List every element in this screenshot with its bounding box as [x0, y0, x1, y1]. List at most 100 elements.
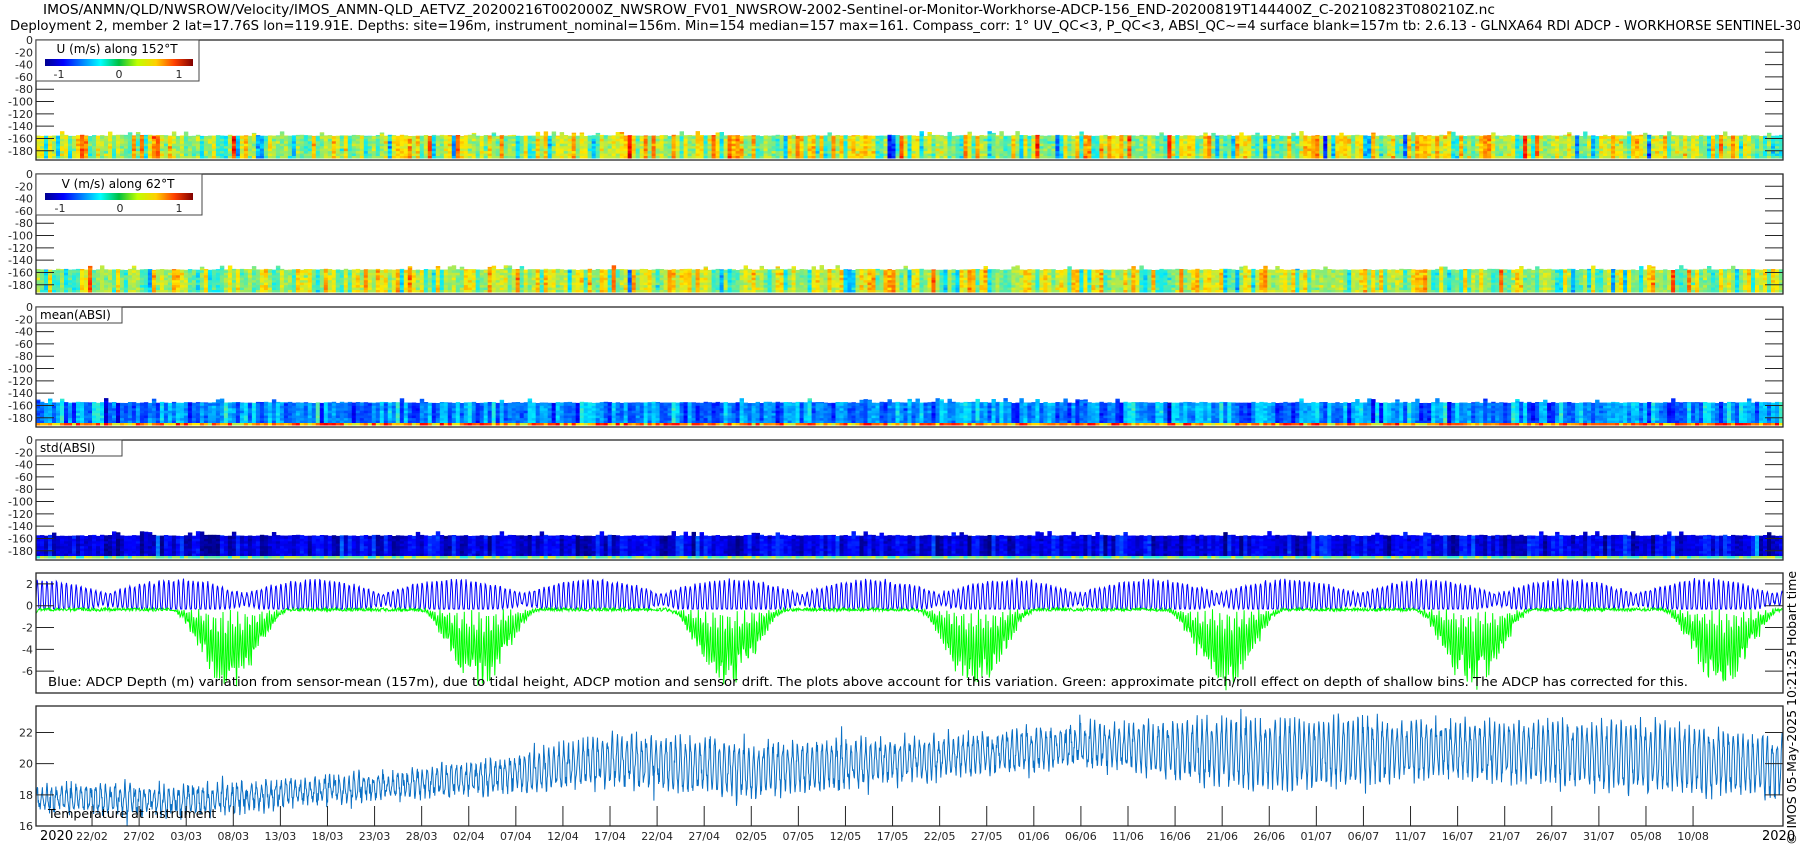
- heatmap-cell: [1715, 148, 1720, 152]
- heatmap-cell: [1435, 140, 1440, 144]
- heatmap-cell: [1435, 143, 1440, 147]
- heatmap-cell: [219, 148, 225, 152]
- heatmap-cell: [991, 155, 996, 159]
- heatmap-cell: [1063, 148, 1068, 152]
- heatmap-cell: [751, 148, 756, 152]
- heatmap-cell: [1515, 143, 1520, 147]
- heatmap-cell: [999, 145, 1004, 149]
- heatmap-cell: [667, 143, 672, 147]
- heatmap-cell: [135, 269, 141, 271]
- heatmap-cell: [116, 289, 121, 293]
- heatmap-cell: [727, 150, 732, 154]
- heatmap-cell: [1475, 136, 1480, 139]
- heatmap-cell: [167, 282, 173, 286]
- heatmap-cell: [100, 148, 105, 152]
- heatmap-cell: [1559, 153, 1564, 156]
- heatmap-cell: [975, 155, 980, 159]
- heatmap-cell: [203, 145, 209, 149]
- heatmap-cell: [395, 136, 401, 139]
- heatmap-cell: [675, 150, 680, 154]
- heatmap-cell: [763, 136, 768, 139]
- heatmap-cell: [579, 153, 585, 156]
- heatmap-cell: [76, 136, 81, 139]
- heatmap-cell: [1087, 145, 1092, 149]
- heatmap-cell: [1151, 138, 1156, 142]
- heatmap-cell: [211, 148, 217, 152]
- heatmap-cell: [72, 140, 77, 144]
- heatmap-cell: [1491, 145, 1496, 149]
- heatmap-cell: [1263, 135, 1268, 137]
- heatmap-cell: [155, 289, 161, 293]
- heatmap-cell: [1511, 138, 1516, 142]
- heatmap-cell: [699, 136, 704, 139]
- heatmap-cell: [415, 153, 421, 156]
- heatmap-cell: [223, 272, 229, 276]
- heatmap-cell: [227, 274, 233, 278]
- heatmap-cell: [571, 153, 577, 156]
- heatmap-cell: [1431, 153, 1436, 156]
- heatmap-cell: [959, 138, 964, 142]
- heatmap-cell: [187, 145, 193, 149]
- heatmap-cell: [1691, 136, 1696, 139]
- heatmap-cell: [1083, 145, 1088, 149]
- heatmap-cell: [931, 143, 936, 147]
- heatmap-cell: [1643, 140, 1648, 144]
- heatmap-cell: [451, 153, 457, 156]
- heatmap-cell: [1639, 136, 1644, 139]
- heatmap-cell: [811, 136, 816, 139]
- heatmap-cell: [40, 274, 45, 278]
- heatmap-cell: [843, 143, 848, 147]
- heatmap-cell: [1139, 140, 1144, 144]
- heatmap-cell: [679, 131, 684, 134]
- heatmap-cell: [635, 145, 641, 149]
- heatmap-cell: [243, 287, 249, 290]
- heatmap-cell: [36, 279, 41, 283]
- heatmap-cell: [1399, 143, 1404, 147]
- heatmap-cell: [623, 143, 629, 147]
- heatmap-cell: [395, 135, 401, 137]
- heatmap-cell: [651, 155, 656, 159]
- heatmap-cell: [999, 138, 1004, 142]
- heatmap-cell: [36, 277, 41, 281]
- heatmap-cell: [116, 269, 121, 271]
- heatmap-cell: [347, 135, 353, 137]
- heatmap-cell: [479, 145, 485, 149]
- heatmap-cell: [1547, 135, 1552, 137]
- heatmap-cell: [779, 135, 784, 137]
- heatmap-cell: [659, 148, 664, 152]
- heatmap-cell: [231, 138, 237, 142]
- heatmap-cell: [455, 136, 461, 139]
- heatmap-cell: [127, 145, 133, 149]
- heatmap-cell: [1247, 153, 1252, 156]
- heatmap-cell: [371, 153, 377, 156]
- heatmap-cell: [727, 138, 732, 142]
- heatmap-cell: [92, 282, 97, 286]
- heatmap-cell: [1743, 153, 1748, 156]
- heatmap-cell: [855, 150, 860, 154]
- heatmap-cell: [563, 145, 569, 149]
- heatmap-cell: [92, 135, 97, 137]
- heatmap-cell: [155, 279, 161, 283]
- heatmap-cell: [1495, 150, 1500, 154]
- heatmap-cell: [1655, 155, 1660, 159]
- heatmap-cell: [623, 148, 629, 152]
- heatmap-cell: [1499, 138, 1504, 142]
- heatmap-cell: [1447, 131, 1452, 134]
- heatmap-cell: [387, 136, 393, 139]
- heatmap-cell: [195, 279, 201, 283]
- heatmap-cell: [1475, 145, 1480, 149]
- heatmap-cell: [1595, 153, 1600, 156]
- heatmap-cell: [243, 269, 249, 271]
- heatmap-cell: [707, 145, 712, 149]
- heatmap-cell: [1155, 153, 1160, 156]
- heatmap-cell: [44, 155, 49, 159]
- heatmap-cell: [799, 143, 804, 147]
- heatmap-cell: [1275, 138, 1280, 142]
- heatmap-cell: [567, 140, 573, 144]
- heatmap-cell: [511, 138, 517, 142]
- heatmap-cell: [1619, 148, 1624, 152]
- heatmap-cell: [1367, 145, 1372, 149]
- heatmap-cell: [295, 138, 301, 142]
- heatmap-cell: [120, 277, 125, 281]
- heatmap-cell: [1435, 136, 1440, 139]
